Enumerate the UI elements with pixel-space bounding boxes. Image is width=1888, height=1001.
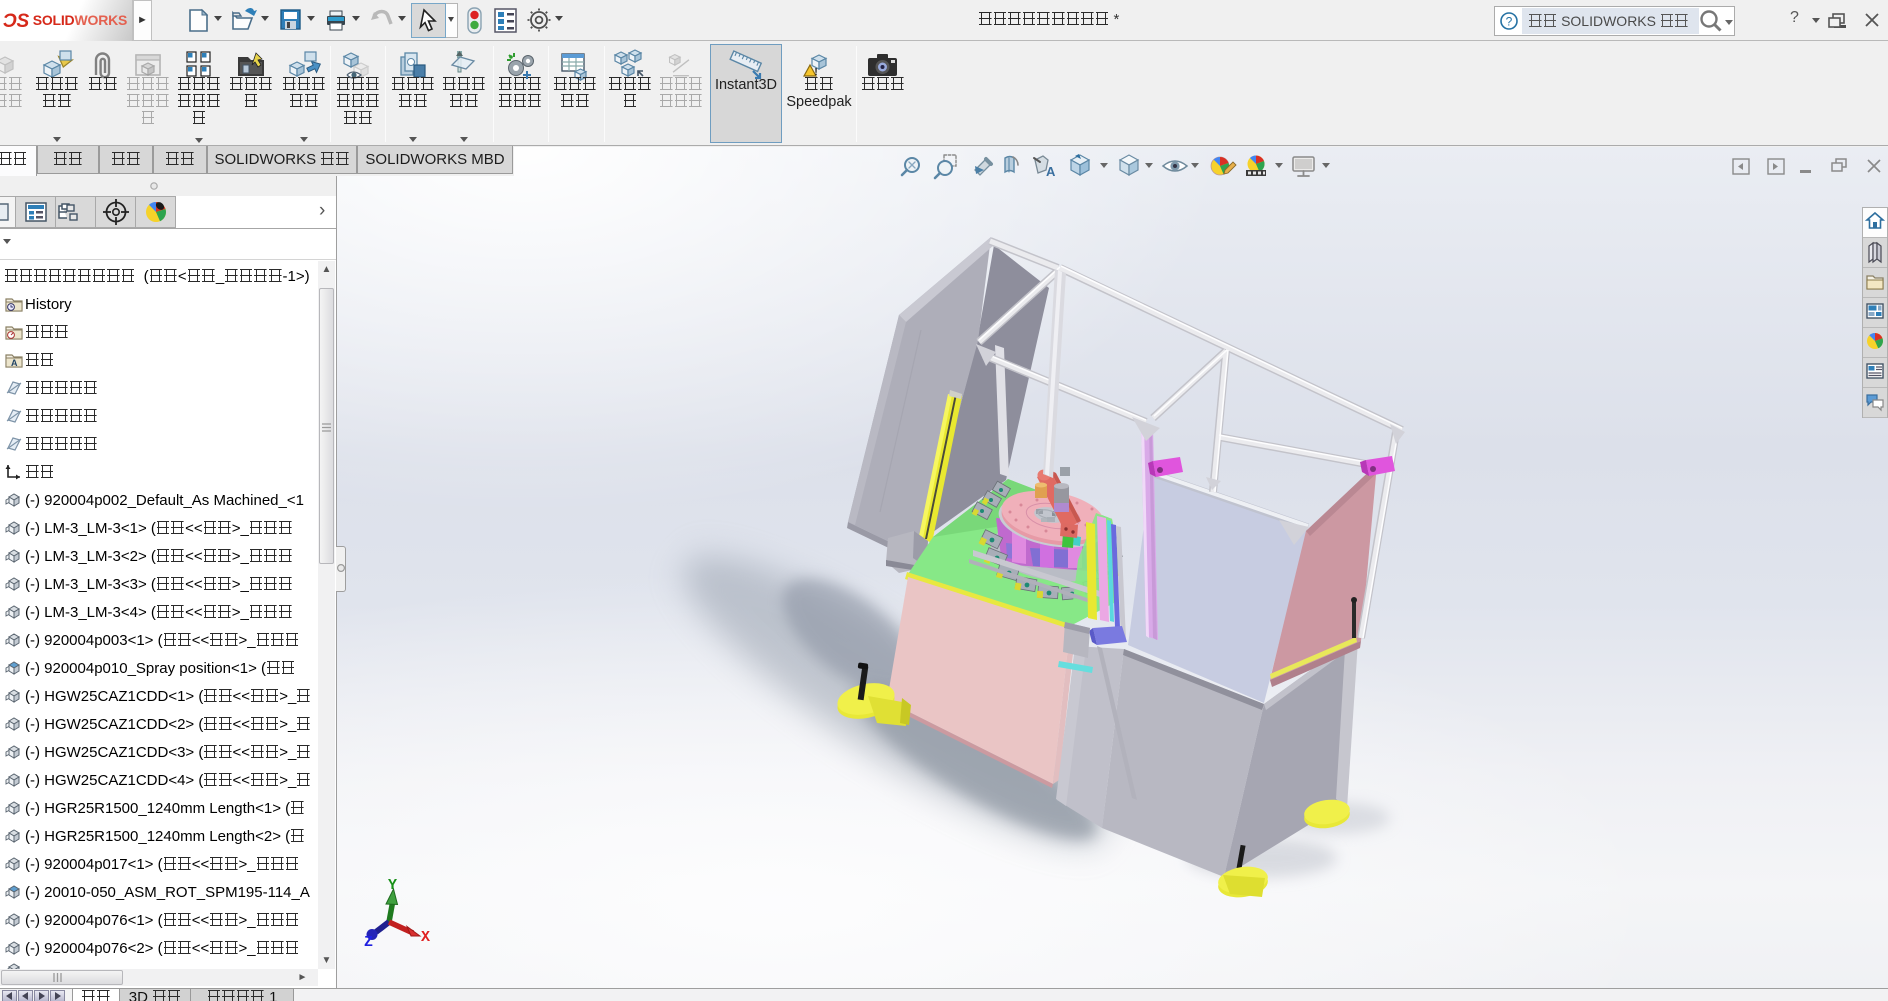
svg-text:?: ? (1506, 15, 1513, 29)
svg-text:A: A (1046, 164, 1056, 179)
svg-text:Y: Y (388, 877, 397, 894)
svg-text:Z: Z (364, 934, 373, 951)
svg-text:X: X (421, 929, 430, 946)
svg-text:A: A (11, 358, 18, 368)
